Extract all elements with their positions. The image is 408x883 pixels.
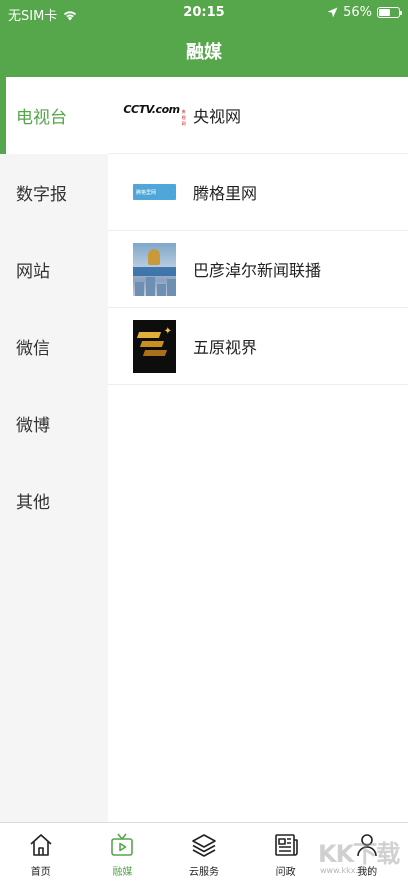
sidebar-item-label: 电视台 [16, 108, 67, 128]
sidebar-item-weibo[interactable]: 微博 [0, 385, 108, 462]
sidebar-item-wechat[interactable]: 微信 [0, 308, 108, 385]
wuyuan-logo: ✦ [133, 319, 176, 373]
home-icon [30, 834, 52, 856]
newspaper-icon [274, 834, 298, 856]
battery-percent: 56% [343, 5, 372, 20]
watermark: KK下载 www.kkx.net [318, 834, 404, 875]
watermark-url: www.kkx.net [320, 866, 372, 875]
list-item[interactable]: CCTV.com 央视网 央视网 [108, 77, 408, 154]
tab-label: 融媒 [112, 867, 133, 878]
tv-play-icon [111, 833, 134, 856]
status-bar: 无SIM卡 20:15 56% [0, 0, 408, 26]
layers-icon [192, 834, 216, 857]
list-item[interactable]: 腾格里网 腾格里网 [108, 154, 408, 231]
cctv-logo-text: CCTV.com [123, 103, 180, 116]
tab-cloud-service[interactable]: 云服务 [163, 823, 245, 883]
list-item[interactable]: 巴彦淖尔新闻联播 [108, 231, 408, 308]
tenggeli-logo: 腾格里网 [133, 166, 176, 219]
watermark-text: KK下载 [318, 840, 400, 868]
media-list: CCTV.com 央视网 央视网 腾格里网 腾格里网 巴彦淖尔新闻联播 ✦ 五原… [108, 77, 408, 822]
tengge-logo-text: 腾格里网 [136, 189, 157, 196]
page-title: 融媒 [186, 42, 222, 63]
list-item-label: 腾格里网 [193, 184, 258, 203]
list-item-label: 五原视界 [193, 338, 258, 357]
sidebar-item-other[interactable]: 其他 [0, 462, 108, 539]
sidebar-item-label: 其他 [16, 493, 50, 513]
app-header: 无SIM卡 20:15 56% 融媒 [0, 0, 408, 77]
tab-home[interactable]: 首页 [0, 823, 82, 883]
category-sidebar: 电视台 数字报 网站 微信 微博 其他 [0, 77, 108, 822]
list-item[interactable]: ✦ 五原视界 [108, 308, 408, 385]
list-item-label: 巴彦淖尔新闻联播 [193, 261, 322, 280]
battery-icon [377, 7, 402, 18]
battery-fill [379, 9, 390, 16]
sidebar-item-label: 网站 [16, 262, 50, 282]
sidebar-item-tv[interactable]: 电视台 [0, 77, 108, 154]
sidebar-item-label: 微博 [16, 416, 50, 436]
tab-label: 云服务 [188, 867, 219, 878]
tab-label: 首页 [30, 867, 51, 878]
status-right: 56% [327, 5, 402, 20]
sidebar-item-newspaper[interactable]: 数字报 [0, 154, 108, 231]
tab-label: 问政 [275, 867, 296, 878]
sidebar-item-website[interactable]: 网站 [0, 231, 108, 308]
sidebar-item-label: 微信 [16, 339, 50, 359]
sidebar-item-label: 数字报 [16, 185, 67, 205]
star-icon: ✦ [163, 325, 172, 337]
cctv-logo: CCTV.com 央视网 [123, 89, 185, 142]
cctv-logo-sub: 央视网 [181, 109, 186, 126]
bayannur-news-logo [133, 242, 176, 296]
list-item-label: 央视网 [193, 107, 242, 126]
tab-inquiry[interactable]: 问政 [245, 823, 327, 883]
location-arrow-icon [327, 7, 338, 18]
tab-media[interactable]: 融媒 [82, 823, 164, 883]
